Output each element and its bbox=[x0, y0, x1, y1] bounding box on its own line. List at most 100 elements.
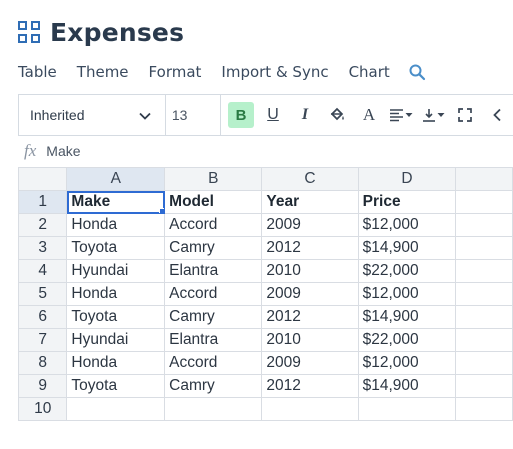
cell[interactable]: Toyota bbox=[66, 236, 166, 260]
cell[interactable]: 2009 bbox=[261, 282, 359, 306]
row-header[interactable]: 3 bbox=[17, 236, 68, 260]
column-header[interactable]: B bbox=[164, 167, 263, 191]
underline-button[interactable]: U bbox=[260, 102, 286, 128]
cell[interactable]: Elantra bbox=[164, 328, 263, 352]
align-bottom-icon bbox=[423, 109, 435, 122]
column-header[interactable]: D bbox=[357, 167, 457, 191]
cell[interactable]: $12,000 bbox=[357, 282, 457, 306]
cell[interactable]: $14,900 bbox=[357, 374, 457, 398]
cell[interactable] bbox=[455, 282, 513, 306]
text-color-button[interactable]: A bbox=[356, 102, 382, 128]
bold-icon: B bbox=[235, 106, 247, 124]
italic-button[interactable]: I bbox=[292, 102, 318, 128]
row-header[interactable]: 6 bbox=[17, 305, 68, 329]
scroll-toolbar-left-button[interactable] bbox=[484, 102, 510, 128]
table-row: 3 Toyota Camry 2012 $14,900 bbox=[17, 236, 513, 260]
cell[interactable] bbox=[455, 236, 513, 260]
cell[interactable]: Year bbox=[261, 190, 359, 214]
menu-import-sync[interactable]: Import & Sync bbox=[221, 63, 328, 81]
cell[interactable]: Toyota bbox=[66, 305, 166, 329]
cell[interactable] bbox=[455, 351, 513, 375]
cell[interactable]: Model bbox=[164, 190, 263, 214]
row-header[interactable]: 9 bbox=[17, 374, 68, 398]
column-header[interactable] bbox=[455, 167, 513, 191]
spreadsheet-grid: A B C D 1 Make Model Year Price 2 Honda Accord 2… bbox=[17, 167, 513, 421]
font-family-select[interactable]: Inherited bbox=[19, 95, 166, 135]
cell[interactable]: Accord bbox=[164, 282, 263, 306]
cell[interactable]: Price bbox=[357, 190, 457, 214]
caret-down-icon bbox=[437, 113, 445, 117]
cell[interactable]: $14,900 bbox=[357, 305, 457, 329]
cell[interactable] bbox=[455, 190, 513, 214]
cell[interactable]: $12,000 bbox=[357, 351, 457, 375]
bold-button[interactable]: B bbox=[228, 102, 254, 128]
cell[interactable] bbox=[357, 397, 457, 421]
header-data-row: 1 Make Model Year Price bbox=[17, 190, 513, 214]
cell[interactable] bbox=[66, 397, 166, 421]
cell[interactable]: 2012 bbox=[261, 305, 359, 329]
cell[interactable]: 2012 bbox=[261, 374, 359, 398]
cell[interactable]: Toyota bbox=[66, 374, 166, 398]
row-header[interactable]: 4 bbox=[17, 259, 68, 283]
font-size-input[interactable]: 13 bbox=[166, 95, 221, 135]
cell[interactable] bbox=[455, 328, 513, 352]
cell[interactable]: 2009 bbox=[261, 351, 359, 375]
cell[interactable]: $22,000 bbox=[357, 328, 457, 352]
vertical-align-dropdown[interactable] bbox=[421, 107, 445, 123]
column-header[interactable]: C bbox=[261, 167, 359, 191]
italic-icon: I bbox=[301, 106, 309, 123]
cell[interactable]: Accord bbox=[164, 213, 263, 237]
cell[interactable] bbox=[455, 374, 513, 398]
cell[interactable]: $14,900 bbox=[357, 236, 457, 260]
cell[interactable]: Hyundai bbox=[66, 259, 166, 283]
cell[interactable]: Camry bbox=[164, 236, 263, 260]
text-color-icon: A bbox=[362, 105, 376, 124]
toolbar-buttons: B U I A bbox=[221, 95, 513, 135]
row-header[interactable]: 7 bbox=[17, 328, 68, 352]
column-header[interactable]: A bbox=[66, 167, 166, 191]
cell[interactable]: Camry bbox=[164, 305, 263, 329]
cell[interactable]: Elantra bbox=[164, 259, 263, 283]
cell[interactable]: $22,000 bbox=[357, 259, 457, 283]
caret-down-icon bbox=[405, 113, 413, 117]
row-header[interactable]: 5 bbox=[17, 282, 68, 306]
cell[interactable] bbox=[455, 213, 513, 237]
cell[interactable] bbox=[455, 305, 513, 329]
cell[interactable] bbox=[455, 259, 513, 283]
align-dropdown[interactable] bbox=[389, 107, 413, 123]
cell[interactable] bbox=[455, 397, 513, 421]
cell[interactable]: 2012 bbox=[261, 236, 359, 260]
cell[interactable]: 2010 bbox=[261, 259, 359, 283]
search-icon[interactable] bbox=[408, 63, 426, 81]
menu-theme[interactable]: Theme bbox=[77, 63, 129, 81]
cell[interactable]: 2010 bbox=[261, 328, 359, 352]
cell[interactable]: Honda bbox=[66, 351, 166, 375]
cell[interactable]: Accord bbox=[164, 351, 263, 375]
fx-icon: fx bbox=[24, 141, 37, 160]
cell[interactable]: Honda bbox=[66, 282, 166, 306]
table-row: 5 Honda Accord 2009 $12,000 bbox=[17, 282, 513, 306]
cell[interactable] bbox=[261, 397, 359, 421]
table-row: 2 Honda Accord 2009 $12,000 bbox=[17, 213, 513, 237]
cell[interactable] bbox=[164, 397, 263, 421]
fill-color-button[interactable] bbox=[324, 102, 350, 128]
menu-chart[interactable]: Chart bbox=[349, 63, 390, 81]
table-row: 10 bbox=[17, 397, 513, 421]
table-row: 6 Toyota Camry 2012 $14,900 bbox=[17, 305, 513, 329]
row-header[interactable]: 1 bbox=[17, 190, 68, 214]
cell[interactable]: Camry bbox=[164, 374, 263, 398]
cell[interactable]: 2009 bbox=[261, 213, 359, 237]
menu-table[interactable]: Table bbox=[18, 63, 57, 81]
cell[interactable]: Honda bbox=[66, 213, 166, 237]
row-header[interactable]: 8 bbox=[17, 351, 68, 375]
cell[interactable]: $12,000 bbox=[357, 213, 457, 237]
active-cell[interactable]: Make bbox=[66, 190, 166, 214]
fill-handle[interactable] bbox=[159, 208, 164, 213]
select-all-corner[interactable] bbox=[17, 167, 68, 191]
formula-input[interactable]: Make bbox=[46, 143, 80, 159]
menu-format[interactable]: Format bbox=[149, 63, 202, 81]
row-header[interactable]: 10 bbox=[17, 397, 68, 421]
row-header[interactable]: 2 bbox=[17, 213, 68, 237]
cell[interactable]: Hyundai bbox=[66, 328, 166, 352]
fullscreen-button[interactable] bbox=[452, 102, 478, 128]
